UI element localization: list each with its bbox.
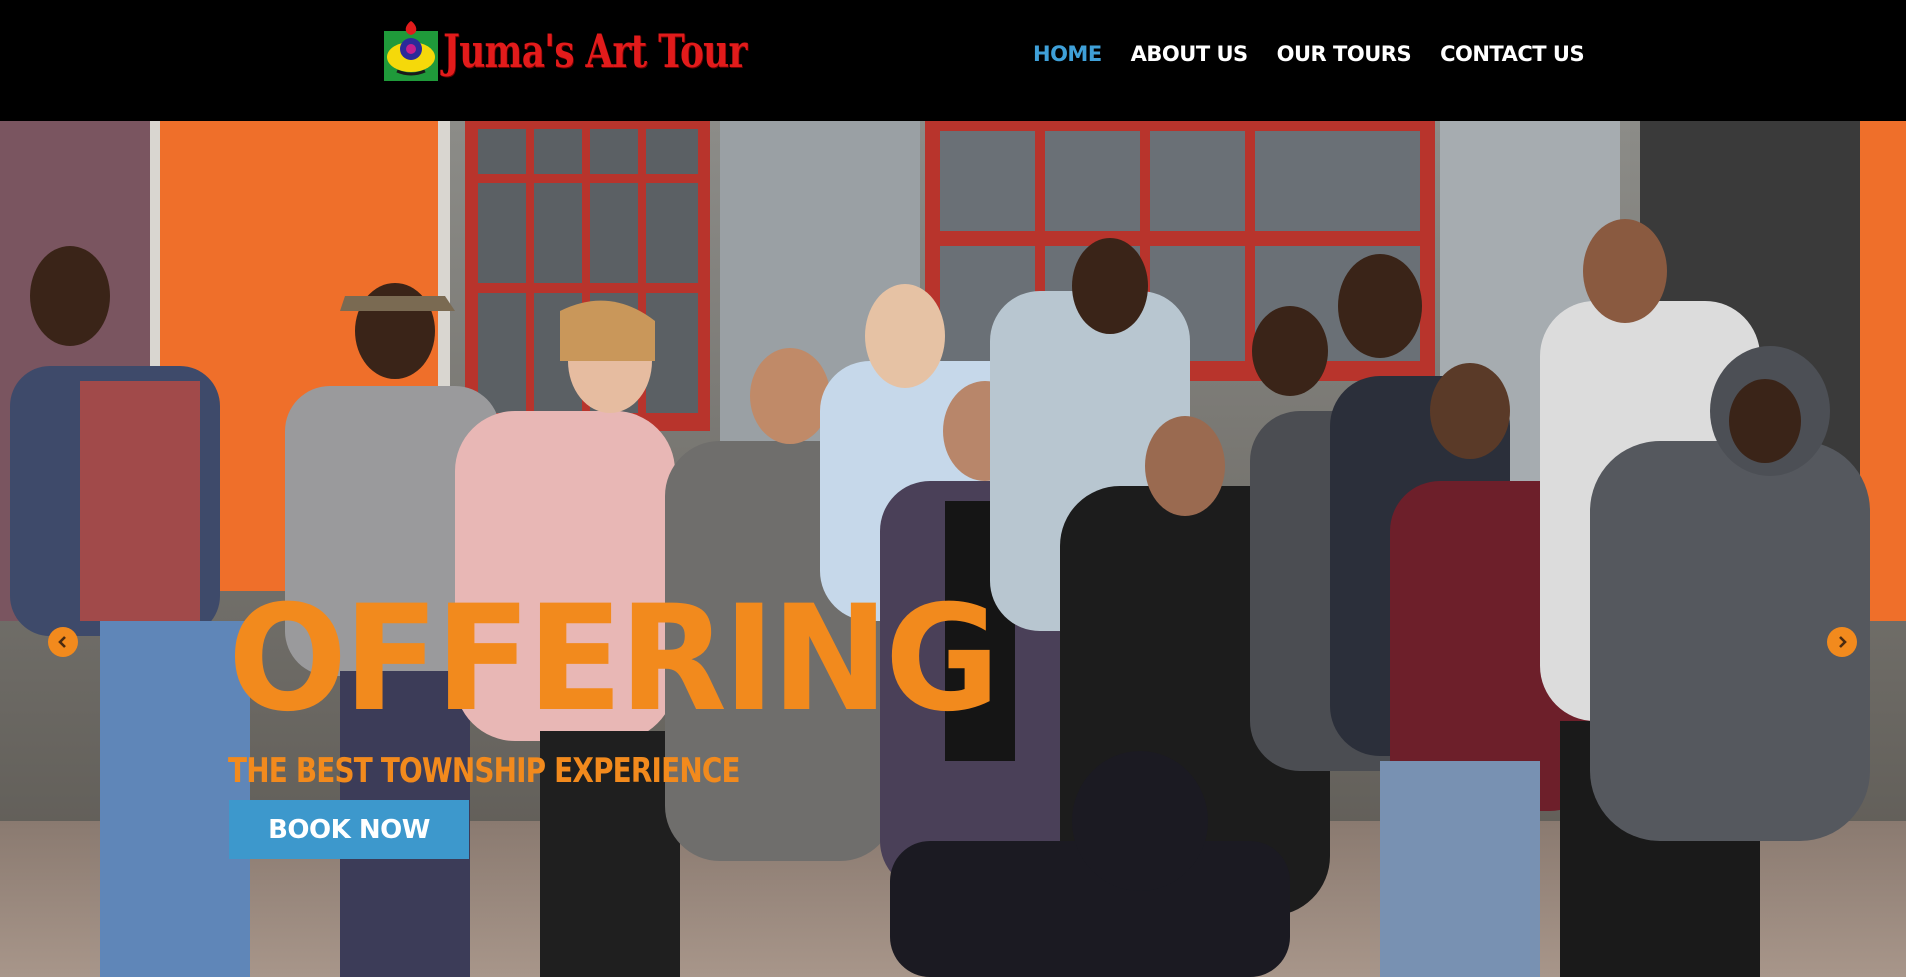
book-now-button[interactable]: BOOK NOW [229, 800, 469, 859]
nav-item-about-us[interactable]: ABOUT US [1131, 42, 1248, 66]
site-logo[interactable]: Juma's Art Tour [383, 16, 832, 86]
site-header: Juma's Art Tour HOME ABOUT US OUR TOURS … [0, 0, 1906, 121]
hero-slider: OFFERING THE BEST TOWNSHIP EXPERIENCE BO… [0, 121, 1906, 977]
chevron-left-icon [58, 636, 66, 648]
nav-item-our-tours[interactable]: OUR TOURS [1277, 42, 1412, 66]
slider-prev-button[interactable] [48, 627, 78, 657]
brand-name: Juma's Art Tour [443, 24, 747, 78]
nav-item-contact-us[interactable]: CONTACT US [1440, 42, 1585, 66]
hero-subtitle: THE BEST TOWNSHIP EXPERIENCE [228, 751, 741, 791]
main-navigation: HOME ABOUT US OUR TOURS CONTACT US [1033, 42, 1585, 66]
hero-title: OFFERING [228, 574, 1000, 744]
nav-item-home[interactable]: HOME [1033, 42, 1102, 66]
slider-next-button[interactable] [1827, 627, 1857, 657]
chevron-right-icon [1839, 636, 1847, 648]
art-palette-logo-icon [383, 19, 439, 83]
